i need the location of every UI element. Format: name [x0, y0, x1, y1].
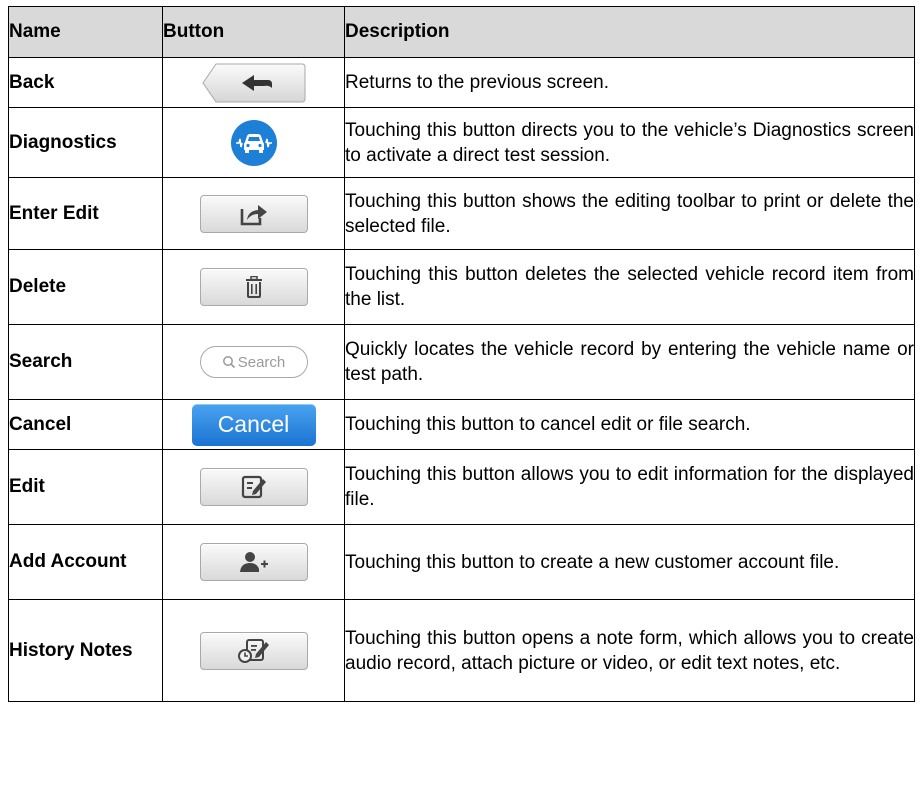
row-name: Edit	[8, 449, 163, 525]
add-user-icon	[239, 552, 268, 572]
trash-icon	[245, 276, 262, 298]
table-row: History Notes Touching this button opens…	[8, 599, 915, 702]
header-name: Name	[8, 6, 163, 58]
edit-note-icon	[241, 475, 266, 499]
search-placeholder: Search	[237, 353, 286, 371]
row-name: History Notes	[8, 599, 163, 702]
row-description: Touching this button deletes the selecte…	[344, 249, 915, 325]
history-notes-icon	[237, 638, 269, 663]
row-description: Touching this button shows the editing t…	[344, 177, 915, 250]
share-export-icon	[240, 204, 267, 225]
row-description: Quickly locates the vehicle record by en…	[344, 324, 915, 400]
row-description: Touching this button opens a note form, …	[344, 599, 915, 702]
row-description: Touching this button to cancel edit or f…	[344, 399, 915, 450]
row-description: Returns to the previous screen.	[344, 57, 915, 108]
table-row: Back Returns to the previous screen.	[8, 57, 915, 108]
back-arrow-icon	[201, 63, 305, 102]
row-name: Cancel	[8, 399, 163, 450]
table-row: Cancel Cancel Touching this button to ca…	[8, 399, 915, 450]
car-diagnostics-icon	[235, 133, 272, 153]
diagnostics-button[interactable]	[230, 119, 277, 166]
table-row: Enter Edit Touching this button shows th…	[8, 177, 915, 250]
row-name: Diagnostics	[8, 107, 163, 178]
table-row: Diagnostics Touching this button directs…	[8, 107, 915, 178]
table-row: Add Account Touching this button to crea…	[8, 524, 915, 600]
row-description: Touching this button to create a new cus…	[344, 524, 915, 600]
history-notes-button[interactable]	[199, 631, 308, 670]
edit-button[interactable]	[199, 468, 308, 506]
table-row: Search Search Quickly locates the vehicl…	[8, 324, 915, 400]
search-field-button[interactable]: Search	[199, 346, 308, 378]
row-name: Back	[8, 57, 163, 108]
table-header-row: Name Button Description	[8, 6, 915, 58]
table-row: Delete Touching this button deletes the	[8, 249, 915, 325]
row-name: Enter Edit	[8, 177, 163, 250]
row-description: Touching this button allows you to edit …	[344, 449, 915, 525]
header-description: Description	[344, 6, 915, 58]
enter-edit-button[interactable]	[199, 194, 308, 233]
row-name: Delete	[8, 249, 163, 325]
row-description: Touching this button directs you to the …	[344, 107, 915, 178]
header-button: Button	[162, 6, 345, 58]
add-account-button[interactable]	[199, 543, 308, 581]
back-button[interactable]	[201, 63, 306, 103]
row-name: Search	[8, 324, 163, 400]
row-name: Add Account	[8, 524, 163, 600]
button-reference-table: Name Button Description Back Returns to …	[8, 6, 915, 702]
table-row: Edit Touching this button allows you to …	[8, 449, 915, 525]
cancel-button[interactable]: Cancel	[191, 403, 316, 446]
delete-button[interactable]	[199, 268, 308, 306]
search-icon	[222, 356, 235, 369]
